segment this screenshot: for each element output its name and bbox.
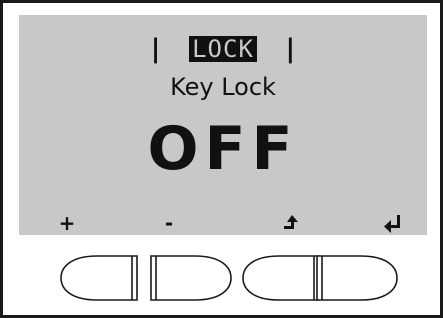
back-up-arrow-glyph [284,215,298,229]
hardware-buttons [3,253,440,309]
menu-item-lock: LOCK [189,35,257,62]
back-up-arrow-icon [277,211,307,233]
menu-bar: | LOCK | [19,35,427,63]
softkey-labels: + - [19,211,427,235]
enter-return-icon [378,211,408,233]
parameter-label: Key Lock [170,73,276,101]
minus-icon: - [164,211,174,235]
enter-return-glyph [384,215,400,233]
button-4-enter[interactable] [315,253,425,303]
plus-icon: + [58,211,76,235]
menu-divider-left: | [147,33,164,64]
lcd-display: | LOCK | Key Lock OFF + - [19,15,427,235]
menu-divider-right: | [282,33,299,64]
parameter-value: OFF [147,114,299,184]
device-panel: | LOCK | Key Lock OFF + - [0,0,443,318]
